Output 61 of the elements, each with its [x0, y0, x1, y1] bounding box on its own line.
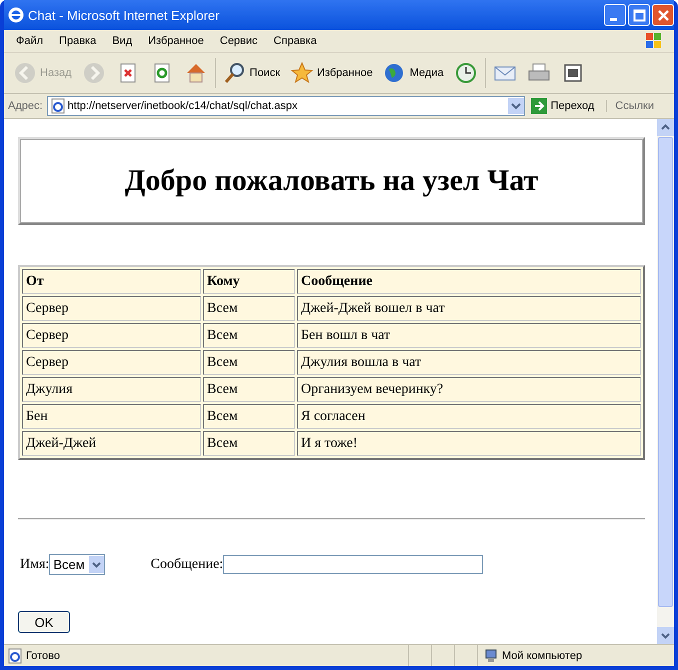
menu-item[interactable]: Вид: [104, 35, 140, 47]
name-select[interactable]: Всем: [49, 554, 105, 575]
address-field[interactable]: http://netserver/inetbook/c14/chat/sql/chat.aspx: [46, 96, 525, 116]
links-label[interactable]: Ссылки: [606, 100, 670, 112]
column-header: Сообщение: [297, 269, 641, 294]
toolbar-button[interactable]: Медиа: [380, 59, 447, 87]
go-arrow-icon: [530, 98, 547, 114]
message-label: Сообщение:: [150, 556, 224, 572]
vertical-scrollbar[interactable]: [657, 119, 674, 644]
table-cell: Сервер: [22, 296, 201, 321]
table-cell: Всем: [203, 323, 295, 348]
menu-item[interactable]: Сервис: [212, 35, 266, 47]
toolbar-button[interactable]: Поиск: [220, 59, 284, 87]
name-label: Имя:: [20, 556, 50, 572]
browser-logo-icon: [8, 7, 24, 23]
table-cell: Всем: [203, 377, 295, 402]
minimize-icon: [610, 18, 617, 20]
search-icon: [222, 61, 247, 85]
message-field[interactable]: [223, 555, 484, 574]
table-cell: Сервер: [22, 323, 201, 348]
column-header: От: [22, 269, 201, 294]
table-cell: Всем: [203, 350, 295, 375]
toolbar-button[interactable]: Избранное: [287, 59, 376, 87]
menu-item[interactable]: Правка: [51, 35, 104, 47]
menu-item[interactable]: Избранное: [140, 35, 212, 47]
maximize-icon: [632, 8, 646, 22]
table-cell: Джей-Джей вошел в чат: [297, 296, 641, 321]
table-cell: Джулия: [22, 377, 201, 402]
status-text: Готово: [26, 650, 61, 662]
page-heading: Добро пожаловать на узел Чат: [124, 164, 538, 198]
maximize-button[interactable]: [628, 4, 650, 26]
window-title: Chat - Microsoft Internet Explorer: [28, 8, 220, 22]
table-cell: Бен: [22, 404, 201, 429]
computer-icon: [484, 648, 498, 662]
go-button[interactable]: Переход: [528, 98, 602, 114]
close-icon: [656, 8, 670, 22]
address-text: http://netserver/inetbook/c14/chat/sql/chat.aspx: [68, 100, 298, 112]
star-icon: [290, 61, 314, 85]
ok-button[interactable]: OK: [18, 611, 70, 633]
address-label: Адрес:: [8, 100, 43, 112]
table-cell: Джулия вошла в чат: [297, 350, 641, 375]
table-cell: Всем: [203, 431, 295, 456]
clock-icon: [454, 61, 478, 85]
table-cell: Сервер: [22, 350, 201, 375]
table-cell: Джей-Джей: [22, 431, 201, 456]
table-cell: Всем: [203, 296, 295, 321]
minimize-button[interactable]: [604, 4, 626, 26]
table-cell: Всем: [203, 404, 295, 429]
page-icon: [7, 648, 23, 664]
column-header: Кому: [203, 269, 295, 294]
close-button[interactable]: [652, 4, 674, 26]
table-cell: И я тоже!: [297, 431, 641, 456]
table-cell: Организуем вечеринку?: [297, 377, 641, 402]
menu-item[interactable]: Файл: [8, 35, 52, 47]
table-cell: Я согласен: [297, 404, 641, 429]
scroll-down-icon: [657, 627, 674, 644]
scroll-up-icon: [657, 119, 674, 136]
zone-text: Мой компьютер: [502, 650, 582, 662]
menu-item[interactable]: Справка: [266, 35, 325, 47]
table-cell: Бен вошл в чат: [297, 323, 641, 348]
page-icon: [50, 98, 66, 114]
